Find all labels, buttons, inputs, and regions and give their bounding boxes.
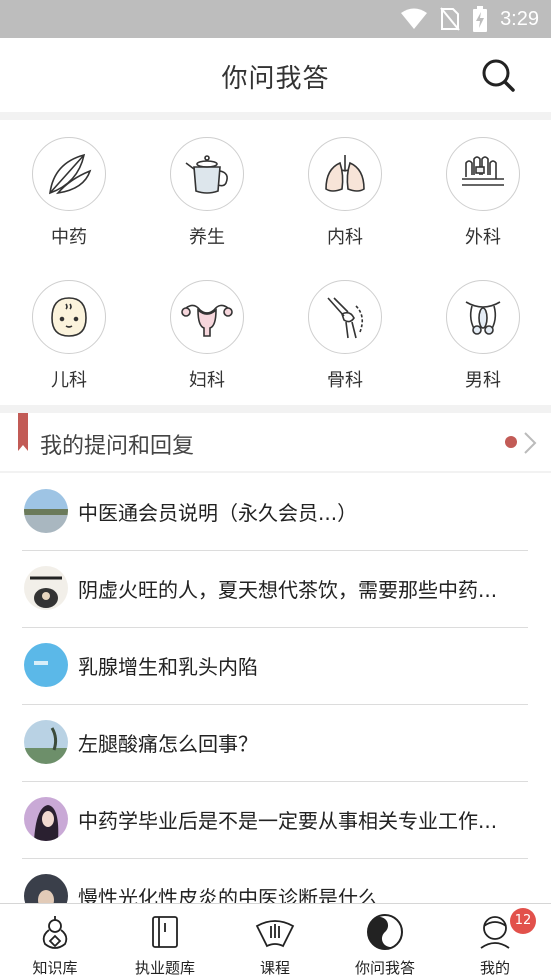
header: 你问我答 xyxy=(0,38,551,112)
avatar xyxy=(24,489,68,533)
tab-label: 我的 xyxy=(479,959,510,977)
category-label: 中药 xyxy=(51,227,87,248)
avatar xyxy=(24,720,68,764)
gourd-icon xyxy=(42,916,68,949)
fan-icon xyxy=(255,920,295,948)
avatar xyxy=(24,874,68,903)
tab-knowledge[interactable]: 知识库 xyxy=(0,904,110,980)
category-surgery[interactable]: 外科 xyxy=(414,137,551,249)
question-list: 中医通会员说明（永久会员...） 阴虚火旺的人，夏天想代茶饮，需要那些中药...… xyxy=(0,473,551,903)
yin-yang-icon xyxy=(367,914,403,950)
tab-qa[interactable]: 你问我答 xyxy=(330,904,440,980)
lungs-icon xyxy=(308,137,382,211)
tab-courses[interactable]: 课程 xyxy=(220,904,330,980)
avatar xyxy=(24,566,68,610)
hand-bandage-icon xyxy=(446,137,520,211)
search-button[interactable] xyxy=(481,58,515,92)
category-pediatrics[interactable]: 儿科 xyxy=(0,280,138,392)
unread-dot xyxy=(505,436,517,448)
chevron-right-icon xyxy=(524,432,537,454)
tab-label: 你问我答 xyxy=(354,959,415,977)
category-label: 养生 xyxy=(189,227,225,248)
avatar xyxy=(24,797,68,841)
category-gynecology[interactable]: 妇科 xyxy=(138,280,276,392)
category-label: 外科 xyxy=(465,227,501,248)
category-label: 内科 xyxy=(327,227,363,248)
category-andrology[interactable]: 男科 xyxy=(414,280,551,392)
question-title: 阴虚火旺的人，夏天想代茶饮，需要那些中药... xyxy=(78,578,498,602)
list-item[interactable]: 慢性光化性皮炎的中医诊断是什么 xyxy=(22,858,528,903)
status-bar: 3:29 xyxy=(0,0,551,38)
teapot-icon xyxy=(170,137,244,211)
list-item[interactable]: 中药学毕业后是不是一定要从事相关专业工作... xyxy=(22,781,528,859)
bottom-tab-bar: 知识库 执业题库 课程 你问我答 12 我的 xyxy=(0,903,551,980)
user-avatar-icon xyxy=(480,916,510,949)
herb-leaves-icon xyxy=(32,137,106,211)
wifi-icon xyxy=(401,8,428,29)
tab-exam-bank[interactable]: 执业题库 xyxy=(110,904,220,980)
uterus-icon xyxy=(170,280,244,354)
search-icon xyxy=(482,59,515,92)
tab-label: 课程 xyxy=(259,959,290,977)
list-item[interactable]: 中医通会员说明（永久会员...） xyxy=(22,473,528,551)
category-label: 儿科 xyxy=(51,370,87,391)
battery-charging-icon xyxy=(473,6,488,32)
category-grid: 中药 养生 内科 外科 儿科 妇科 骨科 男科 xyxy=(0,120,551,405)
list-item[interactable]: 左腿酸痛怎么回事？ xyxy=(22,704,528,782)
tab-label: 知识库 xyxy=(32,959,78,977)
book-icon xyxy=(152,916,178,948)
tab-mine[interactable]: 12 我的 xyxy=(440,904,550,980)
question-title: 左腿酸痛怎么回事？ xyxy=(78,732,258,756)
question-title: 慢性光化性皮炎的中医诊断是什么 xyxy=(78,886,378,903)
category-herbs[interactable]: 中药 xyxy=(0,137,138,249)
category-orthopedics[interactable]: 骨科 xyxy=(276,280,414,392)
category-label: 男科 xyxy=(465,370,501,391)
question-title: 中药学毕业后是不是一定要从事相关专业工作... xyxy=(78,809,498,833)
category-label: 妇科 xyxy=(189,370,225,391)
knee-bone-icon xyxy=(308,280,382,354)
category-internal[interactable]: 内科 xyxy=(276,137,414,249)
avatar xyxy=(24,643,68,687)
bookmark-icon xyxy=(18,413,28,451)
page-title: 你问我答 xyxy=(221,64,330,94)
question-title: 中医通会员说明（永久会员...） xyxy=(78,501,358,525)
category-label: 骨科 xyxy=(327,370,363,391)
male-organ-icon xyxy=(446,280,520,354)
tab-label: 执业题库 xyxy=(134,959,195,977)
my-questions-header[interactable]: 我的提问和回复 xyxy=(0,413,551,471)
no-sim-icon xyxy=(440,7,460,31)
list-item[interactable]: 乳腺增生和乳头内陷 xyxy=(22,627,528,705)
status-time: 3:29 xyxy=(500,7,539,30)
category-wellness[interactable]: 养生 xyxy=(138,137,276,249)
question-title: 乳腺增生和乳头内陷 xyxy=(78,655,258,679)
list-item[interactable]: 阴虚火旺的人，夏天想代茶饮，需要那些中药... xyxy=(22,550,528,628)
section-title: 我的提问和回复 xyxy=(40,434,195,459)
notification-badge: 12 xyxy=(510,908,536,934)
baby-face-icon xyxy=(32,280,106,354)
status-icons: 3:29 xyxy=(400,6,539,32)
